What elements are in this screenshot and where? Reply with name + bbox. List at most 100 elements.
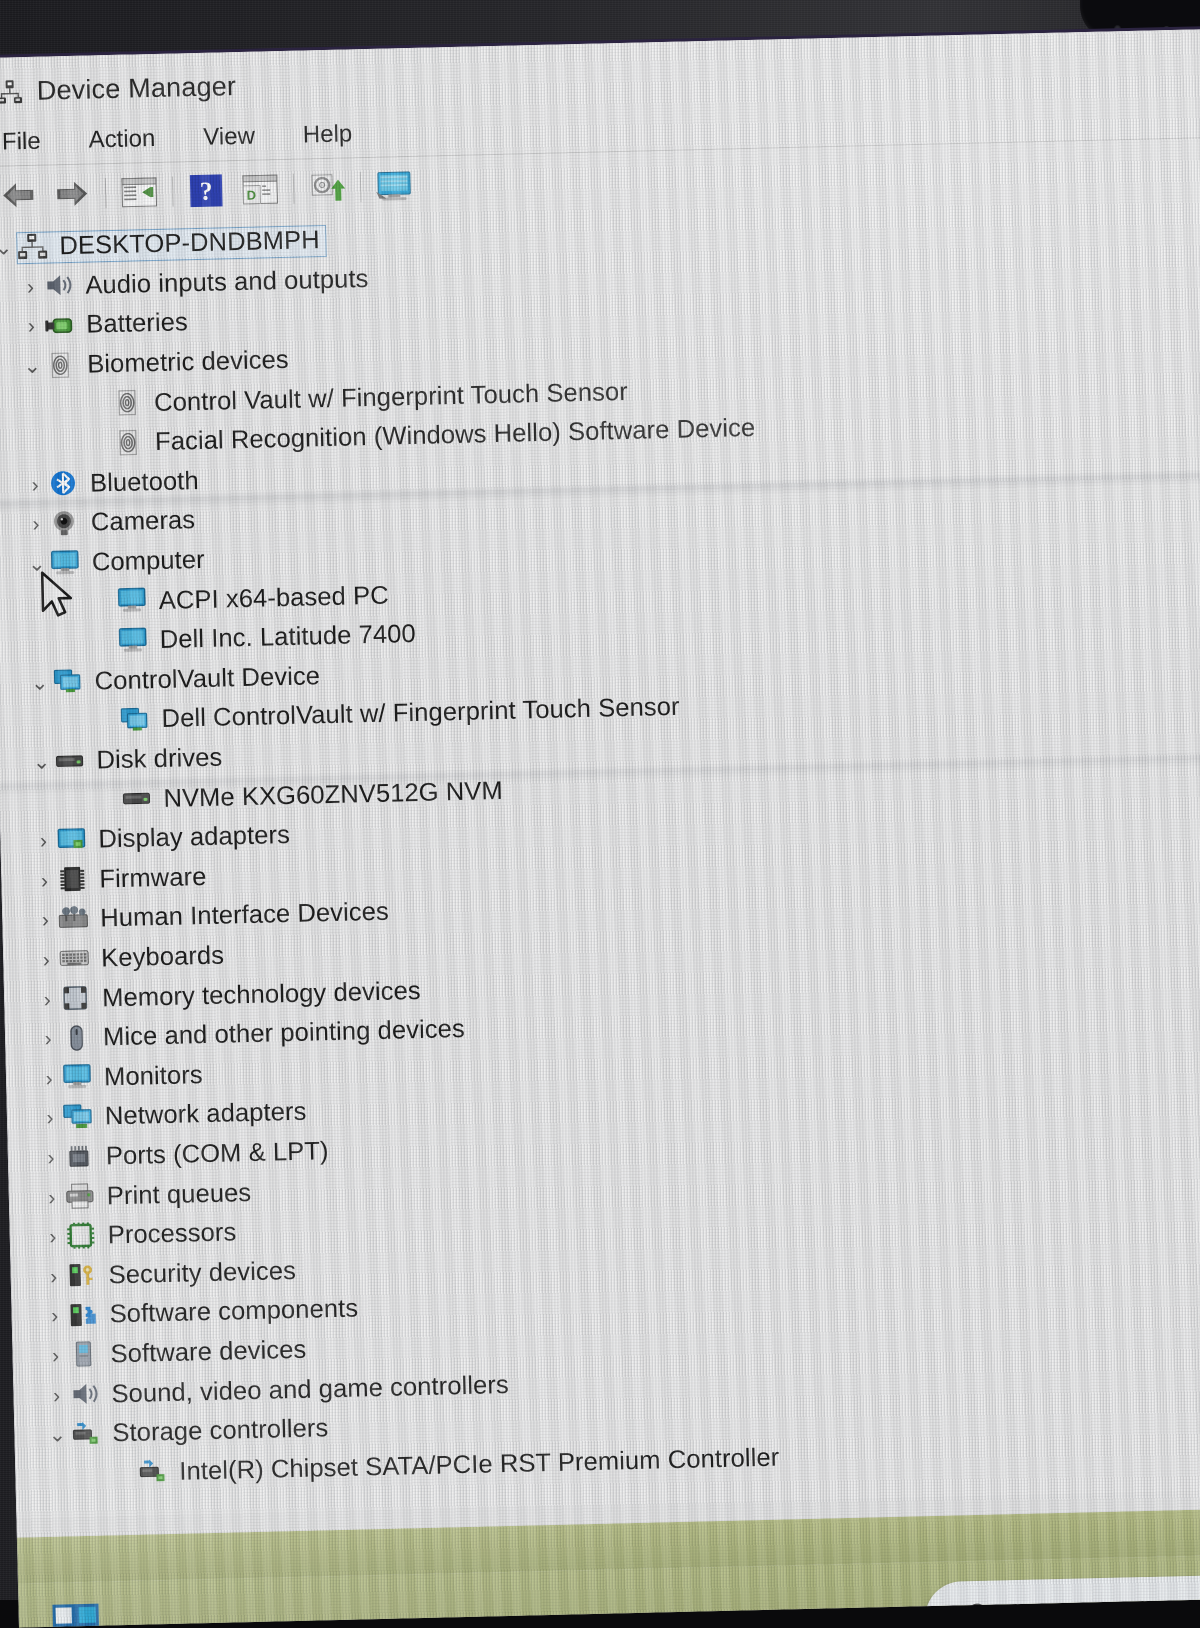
menu-file[interactable]: File	[0, 123, 63, 161]
tree-item-label: Dell ControlVault w/ Fingerprint Touch S…	[161, 693, 680, 734]
monitor-icon	[62, 1063, 97, 1094]
properties-button[interactable]: D	[233, 166, 288, 213]
network-adapter-icon	[63, 1102, 98, 1133]
show-hide-console-tree-button[interactable]	[112, 169, 167, 216]
chevron-right-icon[interactable]: ›	[34, 987, 61, 1014]
chevron-right-icon[interactable]: ›	[39, 1184, 66, 1211]
security-key-icon	[66, 1261, 101, 1292]
tree-item-label: Print queues	[106, 1178, 252, 1210]
tree-item-label: Mice and other pointing devices	[102, 1015, 466, 1052]
tree-item-label: Intel(R) Chipset SATA/PCIe RST Premium C…	[179, 1443, 780, 1486]
help-button[interactable]: ?	[179, 167, 234, 214]
chevron-right-icon[interactable]: ›	[22, 472, 49, 499]
controlvault-icon	[52, 667, 87, 698]
tree-item-label: Software devices	[110, 1335, 307, 1369]
port-icon	[64, 1142, 99, 1173]
chevron-down-icon[interactable]: ⌄	[28, 749, 55, 776]
tree-root-label: DESKTOP-DNDBMPH	[59, 226, 321, 261]
forward-button[interactable]	[45, 170, 100, 217]
laptop-screen: Device Manager File Action View Help ? D…	[0, 28, 1200, 1628]
back-button[interactable]	[0, 172, 46, 219]
tree-item-label: Security devices	[108, 1256, 297, 1290]
tree-item-label: Human Interface Devices	[99, 898, 390, 933]
fingerprint-icon	[113, 428, 148, 459]
mouse-icon	[61, 1023, 96, 1054]
software-device-icon	[68, 1340, 103, 1371]
left-arrow-icon	[3, 183, 34, 208]
chevron-down-icon[interactable]: ⌄	[19, 353, 46, 380]
fingerprint-icon	[112, 388, 147, 419]
chevron-right-icon[interactable]: ›	[43, 1382, 70, 1409]
tree-item-label: Disk drives	[96, 743, 223, 775]
tree-item-label: Network adapters	[104, 1098, 307, 1131]
chevron-right-icon[interactable]: ›	[33, 947, 60, 974]
tree-item-label: Audio inputs and outputs	[85, 264, 369, 300]
processor-icon	[65, 1221, 100, 1252]
tree-item-label: Monitors	[103, 1060, 203, 1092]
search-icon	[965, 1600, 996, 1628]
chevron-right-icon[interactable]: ›	[17, 274, 44, 301]
software-component-icon	[67, 1300, 102, 1331]
monitor-icon	[117, 586, 152, 617]
camera-icon	[49, 509, 84, 540]
tree-item-label: Keyboards	[100, 941, 225, 973]
tree-item-label: Computer	[91, 545, 205, 577]
tree-item-label: Control Vault w/ Fingerprint Touch Senso…	[153, 377, 629, 417]
chevron-right-icon[interactable]: ›	[40, 1264, 67, 1291]
hid-icon	[58, 905, 93, 936]
tree-item-label: NVMe KXG60ZNV512G NVM	[163, 776, 504, 813]
chevron-right-icon[interactable]: ›	[35, 1026, 62, 1053]
chevron-right-icon[interactable]: ›	[37, 1105, 64, 1132]
menu-view[interactable]: View	[199, 118, 277, 156]
tree-rows-container: › Audio inputs and outputs › Batteries ⌄ B…	[0, 239, 1200, 1495]
tree-item-label: Display adapters	[98, 821, 291, 854]
toolbar-separator	[359, 172, 362, 203]
search-placeholder: Search	[1012, 1599, 1096, 1628]
update-driver-button[interactable]	[300, 164, 355, 211]
chevron-right-icon[interactable]: ›	[40, 1224, 67, 1251]
toolbar-separator	[292, 173, 295, 204]
chevron-right-icon[interactable]: ›	[31, 868, 58, 895]
menu-help[interactable]: Help	[298, 116, 374, 154]
display-adapter-icon	[56, 825, 91, 856]
menu-action[interactable]: Action	[84, 120, 178, 158]
chevron-right-icon[interactable]: ›	[41, 1303, 68, 1330]
chevron-right-icon[interactable]: ›	[23, 512, 50, 539]
computer-node-icon	[17, 232, 52, 263]
tree-item-label: Dell Inc. Latitude 7400	[159, 620, 417, 655]
toolbar-separator	[104, 178, 107, 209]
speaker-icon	[43, 271, 78, 302]
chevron-right-icon[interactable]: ›	[42, 1343, 69, 1370]
firmware-chip-icon	[57, 865, 92, 896]
chevron-down-icon[interactable]: ⌄	[0, 235, 17, 262]
device-manager-window: Device Manager File Action View Help ? D…	[0, 28, 1200, 1538]
chevron-down-icon[interactable]: ⌄	[44, 1422, 71, 1449]
mouse-cursor	[38, 570, 85, 632]
windows-start-icon[interactable]	[51, 1602, 101, 1628]
battery-icon	[44, 311, 79, 342]
tree-item-label: Software components	[109, 1294, 359, 1329]
chevron-right-icon[interactable]: ›	[32, 907, 59, 934]
storage-controller-icon	[70, 1419, 105, 1450]
tree-item-label: Storage controllers	[112, 1414, 329, 1448]
chevron-right-icon[interactable]: ›	[38, 1145, 65, 1172]
tree-item-label: Firmware	[99, 862, 207, 894]
chevron-down-icon[interactable]: ⌄	[26, 670, 53, 697]
device-tree[interactable]: ⌄ DESKTOP-DNDBMPH › Audio inputs and out…	[0, 195, 1200, 1519]
chevron-right-icon[interactable]: ›	[36, 1066, 63, 1093]
question-mark-icon: ?	[189, 174, 223, 208]
keyboard-icon	[59, 944, 94, 975]
tree-item-label: Batteries	[85, 308, 189, 340]
tree-item-label: ACPI x64-based PC	[158, 581, 390, 615]
chevron-right-icon[interactable]: ›	[30, 828, 57, 855]
bluetooth-icon	[48, 469, 83, 500]
tree-item-label: ControlVault Device	[94, 662, 321, 696]
chevron-right-icon[interactable]: ›	[18, 314, 45, 341]
tree-item-label: Biometric devices	[86, 345, 290, 379]
monitor-scan-icon	[376, 171, 411, 201]
svg-text:D: D	[246, 188, 256, 203]
console-tree-icon	[121, 177, 158, 208]
tree-item-label: Ports (COM & LPT)	[105, 1137, 329, 1171]
taskbar-search-box[interactable]: Search	[924, 1572, 1200, 1628]
scan-for-hardware-changes-button[interactable]	[367, 163, 422, 210]
